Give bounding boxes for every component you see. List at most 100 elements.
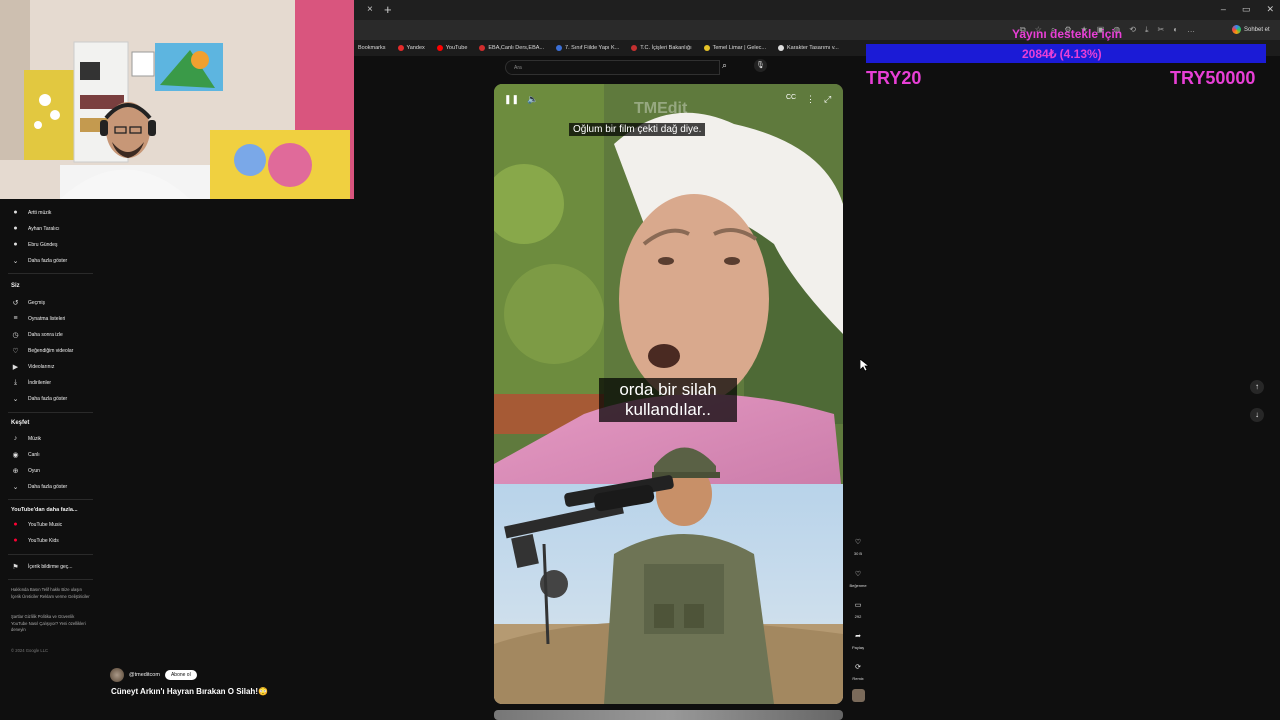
- chat-button[interactable]: Sohbet et: [1232, 25, 1270, 34]
- subscription-label: Artti müzik: [28, 209, 52, 216]
- subscribe-button[interactable]: Abone ol: [164, 670, 197, 680]
- shorts-video-player[interactable]: TMEdit ❚❚ 🔈 CC ⋮ ⤢ Oğlum bir film çekti …: [494, 84, 843, 704]
- divider: [8, 499, 93, 500]
- bookmark-item[interactable]: Bookmarks: [358, 45, 386, 51]
- sidebar-item-watch-later[interactable]: ◷ Daha sonra izle: [11, 331, 62, 339]
- footer-links[interactable]: Hakkında Basın Telif hakkı Bize ulaşın İ…: [11, 587, 91, 600]
- eba-icon: [479, 45, 486, 51]
- maximize-button[interactable]: ▭: [1242, 4, 1251, 15]
- history-icon[interactable]: ⟲: [1129, 25, 1136, 35]
- remix-icon: ⟳: [855, 664, 861, 671]
- copilot-icon[interactable]: ◐: [1173, 25, 1178, 35]
- microphone-icon[interactable]: 🎙: [754, 59, 767, 72]
- minimize-button[interactable]: –: [1221, 4, 1226, 15]
- donation-min-amount: TRY20: [866, 68, 922, 88]
- dislike-button[interactable]: ♡ Beğenme: [848, 568, 868, 588]
- volume-icon[interactable]: 🔈: [527, 94, 538, 105]
- flag-icon: ⚑: [12, 564, 19, 571]
- captions-icon[interactable]: CC: [786, 94, 796, 101]
- you-section-title[interactable]: Siz: [11, 283, 20, 289]
- donation-progress-text: 2084₺ (4.13%): [1022, 47, 1102, 61]
- footer-links[interactable]: Şartlar Gizlilik Politika ve Güvenlik Yo…: [11, 614, 91, 634]
- sidebar-item-your-videos[interactable]: ▶ Videolarınız: [11, 363, 55, 371]
- share-button[interactable]: ➦ Paylaş: [848, 630, 868, 650]
- mouse-cursor-icon: [860, 359, 869, 372]
- thumbs-down-icon: ♡: [854, 571, 862, 578]
- show-more-label: Daha fazla göster: [28, 484, 68, 490]
- bookmark-item[interactable]: Yandex: [397, 45, 425, 51]
- sidebar-item-youtube-music[interactable]: ● YouTube Music: [11, 521, 62, 528]
- channel-info: @tmeditcom Abone ol: [110, 668, 197, 682]
- divider: [8, 412, 93, 413]
- subscription-item[interactable]: ● Artti müzik: [11, 209, 51, 216]
- sidebar-item-history[interactable]: ↺ Geçmiş: [11, 299, 45, 307]
- bookmark-item[interactable]: T.C. İçişleri Bakanlığı: [631, 45, 692, 51]
- channel-handle[interactable]: @tmeditcom: [129, 672, 160, 678]
- sidebar-item-downloads[interactable]: ⤓ İndirilenler: [11, 379, 51, 387]
- remix-label: Remix: [852, 676, 864, 681]
- comment-count: 292: [854, 614, 862, 619]
- downloads-icon[interactable]: ⤓: [1145, 25, 1149, 35]
- show-more-button[interactable]: ⌄ Daha fazla göster: [11, 483, 68, 491]
- chevron-down-icon: ⌄: [12, 396, 19, 403]
- new-tab-button[interactable]: +: [384, 2, 392, 17]
- sidebar-item-label: Oynatma listeleri: [28, 315, 66, 322]
- sidebar: ● Artti müzik ● Ayhan Taralıcı ● Ebru Günde…: [0, 199, 100, 720]
- yandex-icon: [397, 45, 404, 51]
- bookmark-item[interactable]: EBA,Canlı Ders,EBA...: [479, 45, 544, 51]
- sound-thumbnail[interactable]: [848, 689, 868, 704]
- browser-titlebar: [354, 0, 1280, 20]
- sidebar-item-music[interactable]: ♪ Müzik: [11, 435, 41, 442]
- show-more-label: Daha fazla göster: [28, 396, 68, 402]
- next-short-preview[interactable]: [494, 710, 843, 720]
- remix-button[interactable]: ⟳ Remix: [848, 661, 868, 681]
- bookmark-label: Bookmarks: [358, 45, 386, 51]
- close-window-button[interactable]: ✕: [1266, 4, 1274, 15]
- sidebar-item-gaming[interactable]: ⊕ Oyun: [11, 467, 40, 475]
- sidebar-item-liked[interactable]: ♡ Beğendiğim videolar: [11, 347, 73, 355]
- sidebar-item-live[interactable]: ◉ Canlı: [11, 451, 39, 459]
- tab-close-icon[interactable]: ×: [367, 4, 373, 15]
- explore-section-title: Keşfet: [11, 420, 30, 426]
- search-placeholder: Ara: [514, 65, 522, 71]
- sidebar-item-label: Müzik: [28, 435, 42, 442]
- sidebar-item-playlists[interactable]: ≡ Oynatma listeleri: [11, 315, 65, 322]
- search-icon[interactable]: ⌕: [722, 60, 727, 71]
- bookmark-item[interactable]: 7. Sınıf Fiilde Yapı K...: [556, 45, 619, 51]
- bookmark-item[interactable]: Karakter Tasarımı v...: [778, 45, 839, 51]
- menu-icon[interactable]: …: [1187, 25, 1195, 35]
- chevron-down-icon: ⌄: [12, 258, 19, 265]
- ministry-icon: [631, 45, 638, 51]
- like-button[interactable]: ♡ 30 B: [848, 536, 868, 556]
- copilot-swirl-icon: [1232, 25, 1241, 34]
- pause-icon[interactable]: ❚❚: [504, 94, 519, 105]
- subscription-item[interactable]: ● Ebru Gündeş: [11, 241, 57, 248]
- sidebar-item-label: İndirilenler: [28, 380, 52, 386]
- screenshot-icon[interactable]: ✂: [1158, 25, 1165, 35]
- subscription-label: Ebru Gündeş: [28, 241, 58, 248]
- history-icon: ↺: [12, 300, 19, 307]
- subscription-item[interactable]: ● Ayhan Taralıcı: [11, 225, 59, 232]
- more-vert-icon[interactable]: ⋮: [806, 94, 815, 105]
- bookmark-label: Karakter Tasarımı v...: [787, 45, 839, 51]
- bookmark-label: 7. Sınıf Fiilde Yapı K...: [565, 45, 620, 51]
- youtube-kids-icon: ●: [13, 537, 18, 544]
- show-more-button[interactable]: ⌄ Daha fazla göster: [11, 395, 68, 403]
- clock-icon: ◷: [12, 332, 19, 339]
- music-icon: ♪: [13, 435, 18, 442]
- next-short-button[interactable]: ↓: [1250, 408, 1264, 422]
- bookmark-item[interactable]: Temel Limar | Gelec...: [703, 45, 766, 51]
- sidebar-item-youtube-kids[interactable]: ● YouTube Kids: [11, 537, 58, 544]
- previous-short-button[interactable]: ↑: [1250, 380, 1264, 394]
- like-count: 30 B: [853, 551, 863, 556]
- fullscreen-icon[interactable]: ⤢: [824, 94, 831, 105]
- youtube-music-icon: ●: [13, 521, 18, 528]
- bookmark-item[interactable]: YouTube: [436, 45, 467, 51]
- show-more-button[interactable]: ⌄ Daha fazla göster: [11, 257, 68, 265]
- sidebar-item-report[interactable]: ⚑ İçerik bildirme geç...: [11, 563, 72, 571]
- search-input[interactable]: Ara: [505, 60, 720, 75]
- divider: [8, 554, 93, 555]
- channel-watermark: TMEdit: [634, 100, 688, 117]
- avatar[interactable]: [110, 668, 124, 682]
- comments-button[interactable]: ▭ 292: [848, 599, 868, 619]
